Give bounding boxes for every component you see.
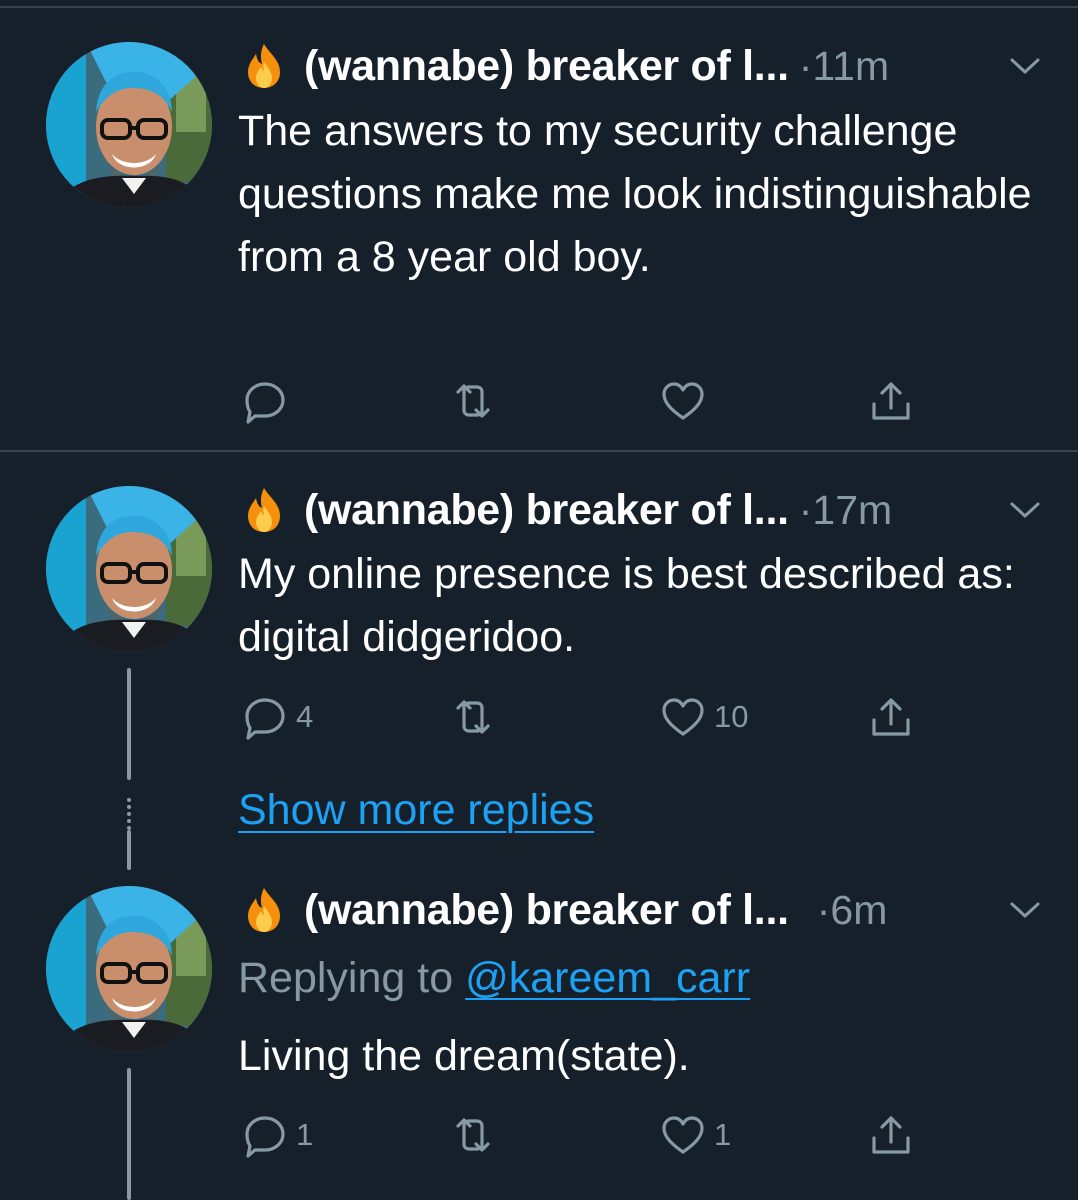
tweet-timestamp[interactable]: ·11m xyxy=(799,43,889,90)
tweet-divider xyxy=(0,450,1078,452)
mention-link[interactable]: @kareem_carr xyxy=(465,954,750,1002)
author-name[interactable]: (wannabe) breaker of l... xyxy=(304,486,789,535)
reply-button[interactable]: 1 xyxy=(242,1110,313,1160)
share-icon xyxy=(868,694,914,740)
reply-button[interactable]: 4 xyxy=(242,692,313,742)
thread-line xyxy=(127,1068,131,1200)
replying-to-line: Replying to @kareem_carr xyxy=(238,952,750,1004)
share-icon xyxy=(868,1112,914,1158)
top-divider xyxy=(0,6,1078,8)
heart-icon xyxy=(660,1112,706,1158)
chevron-down-icon[interactable] xyxy=(1008,499,1042,521)
like-button[interactable]: 1 xyxy=(660,1110,731,1160)
share-button[interactable] xyxy=(868,692,914,742)
author-name[interactable]: (wannabe) breaker of l... xyxy=(304,886,789,935)
avatar[interactable] xyxy=(46,42,212,208)
retweet-button[interactable] xyxy=(450,376,504,426)
like-button[interactable] xyxy=(660,376,714,426)
tweet-text: The answers to my security challenge que… xyxy=(238,107,1032,281)
reply-icon xyxy=(242,378,288,424)
tweet-text: My online presence is best described as:… xyxy=(238,550,1015,661)
tweet-header: (wannabe) breaker of l... ·11m xyxy=(240,40,889,92)
share-button[interactable] xyxy=(868,1110,914,1160)
share-button[interactable] xyxy=(868,376,914,426)
reply-icon xyxy=(242,694,288,740)
tweet-text: Living the dream(state). xyxy=(238,1032,690,1080)
retweet-button[interactable] xyxy=(450,1110,504,1160)
tweet-timestamp[interactable]: ·6m xyxy=(817,887,888,934)
reply-count: 1 xyxy=(296,1117,314,1152)
fire-icon xyxy=(240,486,288,534)
chevron-down-icon[interactable] xyxy=(1008,899,1042,921)
retweet-icon xyxy=(450,1112,496,1158)
tweet-header: (wannabe) breaker of l... ·17m xyxy=(240,484,892,536)
author-name[interactable]: (wannabe) breaker of l... xyxy=(304,42,789,91)
share-icon xyxy=(868,378,914,424)
reply-count: 4 xyxy=(296,699,314,734)
heart-icon xyxy=(660,694,706,740)
replying-prefix: Replying to xyxy=(238,954,454,1002)
avatar[interactable] xyxy=(46,886,212,1052)
reply-button[interactable] xyxy=(242,376,296,426)
like-count: 10 xyxy=(714,699,749,734)
thread-dots xyxy=(126,798,132,833)
retweet-icon xyxy=(450,694,496,740)
retweet-button[interactable] xyxy=(450,692,504,742)
like-button[interactable]: 10 xyxy=(660,692,748,742)
like-count: 1 xyxy=(714,1117,732,1152)
reply-icon xyxy=(242,1112,288,1158)
heart-icon xyxy=(660,378,706,424)
thread-line xyxy=(127,830,131,870)
show-more-replies-link[interactable]: Show more replies xyxy=(238,786,594,835)
tweet-header: (wannabe) breaker of l... ·6m xyxy=(240,884,887,936)
tweet-timestamp[interactable]: ·17m xyxy=(799,487,892,534)
thread-line xyxy=(127,668,131,780)
fire-icon xyxy=(240,886,288,934)
chevron-down-icon[interactable] xyxy=(1008,55,1042,77)
fire-icon xyxy=(240,42,288,90)
retweet-icon xyxy=(450,378,496,424)
avatar[interactable] xyxy=(46,486,212,652)
